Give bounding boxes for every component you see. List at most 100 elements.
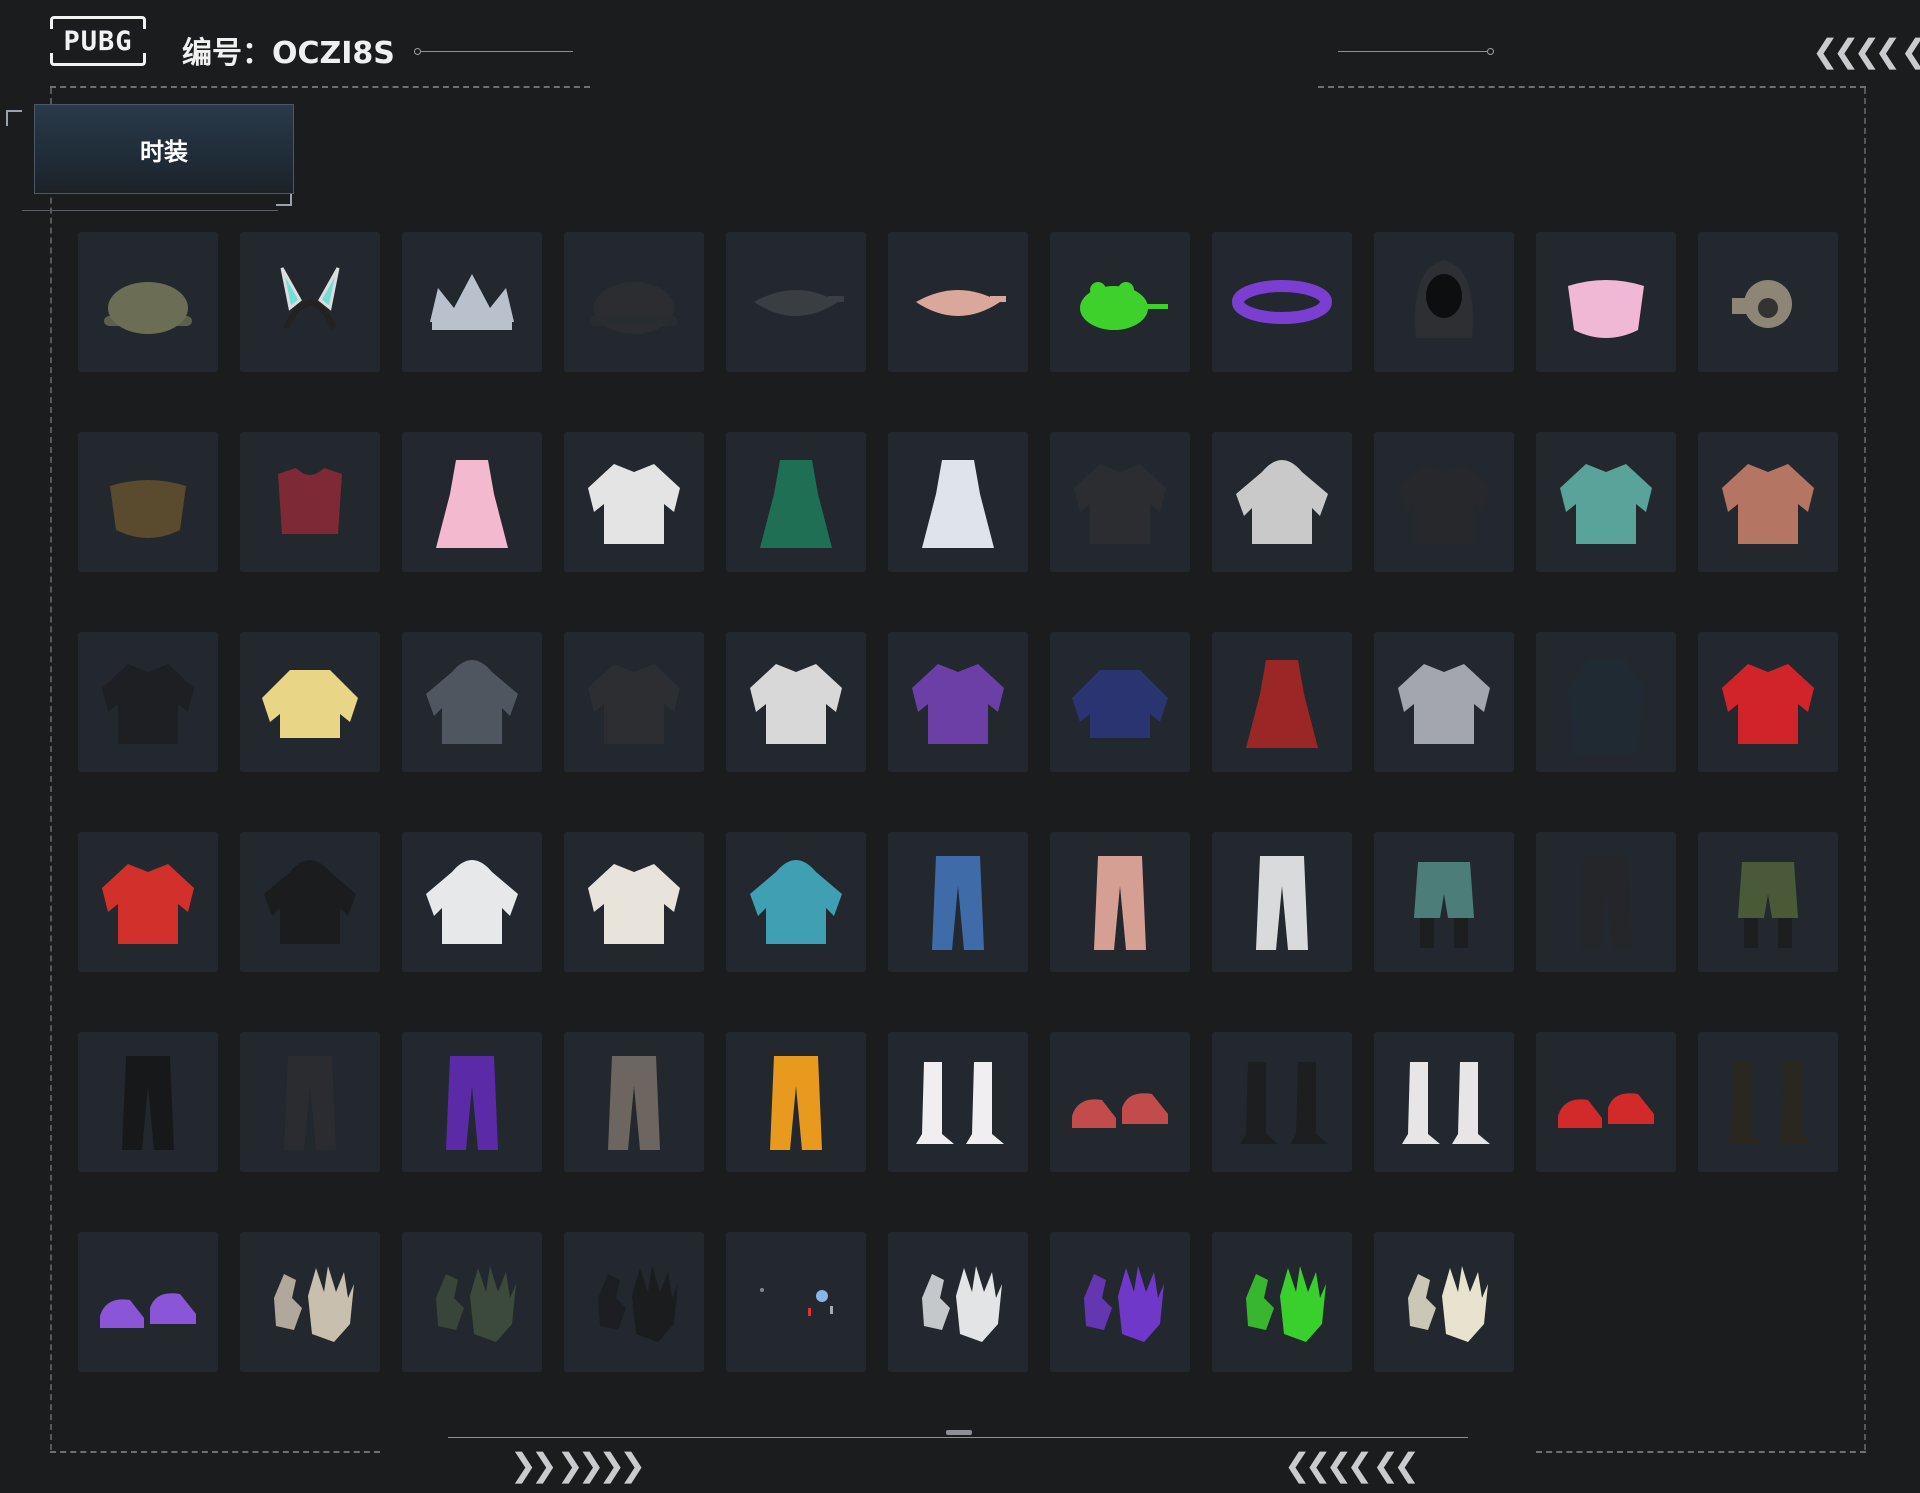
item-tile[interactable] xyxy=(1536,832,1676,972)
item-tile[interactable] xyxy=(726,832,866,972)
item-tile[interactable] xyxy=(1698,232,1838,372)
item-tile[interactable] xyxy=(1050,432,1190,572)
frame-top-right xyxy=(1318,86,1866,88)
item-tile[interactable] xyxy=(240,1032,380,1172)
grey-orange-jacket-icon xyxy=(1398,664,1490,744)
black-combat-boots-icon xyxy=(1726,1062,1814,1144)
item-tile[interactable] xyxy=(240,1232,380,1372)
dark-coat-icon xyxy=(1568,658,1644,754)
item-tile[interactable] xyxy=(1212,832,1352,972)
item-tile[interactable] xyxy=(564,832,704,972)
item-tile[interactable] xyxy=(564,1032,704,1172)
item-tile[interactable] xyxy=(1374,432,1514,572)
item-tile[interactable] xyxy=(1212,232,1352,372)
skeleton-gloves-icon xyxy=(274,1266,354,1342)
header-line-dot-left xyxy=(414,48,421,55)
item-tile[interactable] xyxy=(564,232,704,372)
item-tile[interactable] xyxy=(564,432,704,572)
item-tile[interactable] xyxy=(78,832,218,972)
item-tile[interactable] xyxy=(1374,1032,1514,1172)
item-tile[interactable] xyxy=(564,632,704,772)
item-tile[interactable] xyxy=(402,232,542,372)
orange-pants-icon xyxy=(770,1056,822,1150)
sports-bra-22-icon xyxy=(278,468,342,534)
item-tile[interactable] xyxy=(78,232,218,372)
item-tile[interactable] xyxy=(1212,432,1352,572)
serial-number: 编号：OCZI8S xyxy=(182,36,395,71)
red-hooded-top-icon xyxy=(1236,460,1328,544)
item-tile[interactable] xyxy=(240,432,380,572)
item-tile[interactable] xyxy=(1698,632,1838,772)
item-tile[interactable] xyxy=(402,1032,542,1172)
item-tile[interactable] xyxy=(1212,1032,1352,1172)
item-tile[interactable] xyxy=(402,632,542,772)
white-shirt-vest-icon xyxy=(588,464,680,544)
item-tile[interactable] xyxy=(1536,232,1676,372)
teal-shorts-icon xyxy=(1414,862,1474,948)
purple-visor-icon xyxy=(1232,280,1332,324)
item-tile[interactable] xyxy=(240,232,380,372)
top-right-chevrons-icon: ❮❮❮❮ ❮ xyxy=(1812,32,1920,70)
item-tile[interactable] xyxy=(888,1032,1028,1172)
item-tile[interactable] xyxy=(402,832,542,972)
white-gold-gloves-icon xyxy=(1408,1266,1488,1342)
item-tile[interactable] xyxy=(726,1232,866,1372)
item-tile[interactable] xyxy=(240,832,380,972)
red-high-tops-icon xyxy=(1558,1093,1654,1128)
item-tile[interactable] xyxy=(726,632,866,772)
green-gloves-icon xyxy=(1246,1266,1326,1342)
item-tile[interactable] xyxy=(1212,632,1352,772)
item-tile[interactable] xyxy=(78,1232,218,1372)
black-suit-shirt-icon xyxy=(1398,464,1490,544)
item-tile[interactable] xyxy=(888,832,1028,972)
item-tile[interactable] xyxy=(888,232,1028,372)
green-dress-icon xyxy=(760,460,832,548)
item-tile[interactable] xyxy=(888,632,1028,772)
item-tile[interactable] xyxy=(726,1032,866,1172)
black-balaclava-icon xyxy=(1415,260,1473,338)
item-tile[interactable] xyxy=(1536,1032,1676,1172)
item-tile[interactable] xyxy=(1050,1032,1190,1172)
item-tile[interactable] xyxy=(726,432,866,572)
item-tile[interactable] xyxy=(1374,632,1514,772)
red-varsity-jacket-icon xyxy=(102,864,194,944)
item-tile[interactable] xyxy=(1050,232,1190,372)
item-tile[interactable] xyxy=(78,432,218,572)
item-tile[interactable] xyxy=(1698,1032,1838,1172)
scroll-indicator[interactable] xyxy=(946,1430,972,1435)
bunny-ears-headband-icon xyxy=(280,267,340,330)
tab-fashion[interactable]: 时装 xyxy=(34,104,294,194)
header-line-dot-right xyxy=(1487,48,1494,55)
yellow-fleece-icon xyxy=(262,670,358,738)
purple-leggings-icon xyxy=(446,1056,498,1150)
item-tile[interactable] xyxy=(564,1232,704,1372)
black-cap-icon xyxy=(590,282,678,334)
tactical-gloves-icon xyxy=(436,1266,516,1342)
item-tile[interactable] xyxy=(1374,832,1514,972)
item-tile[interactable] xyxy=(1374,232,1514,372)
item-tile[interactable] xyxy=(402,432,542,572)
item-tile[interactable] xyxy=(1698,832,1838,972)
item-tile[interactable] xyxy=(240,632,380,772)
item-tile[interactable] xyxy=(1698,432,1838,572)
purple-sneakers-icon xyxy=(100,1293,196,1328)
item-tile[interactable] xyxy=(78,1032,218,1172)
item-tile[interactable] xyxy=(78,632,218,772)
black-lanyard-shirt-icon xyxy=(1074,464,1166,544)
item-tile[interactable] xyxy=(1050,1232,1190,1372)
item-tile[interactable] xyxy=(402,1232,542,1372)
item-tile[interactable] xyxy=(726,232,866,372)
grey-hoodie-icon xyxy=(426,660,518,744)
item-tile[interactable] xyxy=(888,432,1028,572)
frame-left xyxy=(50,88,52,1450)
item-tile[interactable] xyxy=(1050,832,1190,972)
item-tile[interactable] xyxy=(1536,432,1676,572)
item-tile[interactable] xyxy=(1536,632,1676,772)
frame-bottom-right xyxy=(1536,1451,1866,1453)
item-tile[interactable] xyxy=(1050,632,1190,772)
black-white-jacket-icon xyxy=(750,664,842,744)
item-tile[interactable] xyxy=(888,1232,1028,1372)
item-tile[interactable] xyxy=(1374,1232,1514,1372)
item-tile[interactable] xyxy=(1212,1232,1352,1372)
purple-bomber-icon xyxy=(912,664,1004,744)
